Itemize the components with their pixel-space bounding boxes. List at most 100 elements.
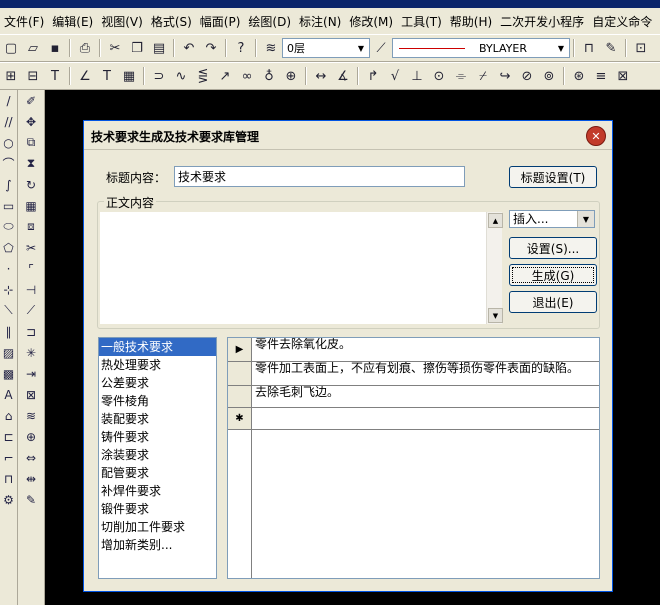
redo-icon[interactable]: ↷: [201, 38, 221, 58]
copy-objects-icon[interactable]: ⧉: [18, 132, 44, 153]
equidistant-icon[interactable]: ∥: [0, 321, 17, 342]
rotate-icon[interactable]: ↻: [18, 174, 44, 195]
zoom-window-icon[interactable]: ⊞: [1, 66, 21, 86]
view-arrow-icon[interactable]: ↪: [495, 66, 515, 86]
list-item-add-category[interactable]: 增加新类别...: [99, 536, 216, 554]
menu-view[interactable]: 视图(V): [97, 13, 147, 30]
cross-icon[interactable]: ⊕: [281, 66, 301, 86]
menu-dev-programs[interactable]: 二次开发小程序: [496, 13, 588, 30]
link-icon[interactable]: ∞: [237, 66, 257, 86]
line-icon[interactable]: /: [0, 90, 17, 111]
extend-icon[interactable]: ⊣: [18, 279, 44, 300]
ellipse-icon[interactable]: ⬭: [0, 216, 17, 237]
linetype-icon[interactable]: ⟋: [371, 38, 391, 58]
hook-icon[interactable]: ⊃: [149, 66, 169, 86]
table-cell[interactable]: 零件加工表面上，不应有划痕、擦伤等损伤零件表面的缺陷。: [254, 362, 599, 385]
zigzag-icon[interactable]: ⋚: [193, 66, 213, 86]
hatch-icon[interactable]: ▨: [0, 342, 17, 363]
weld-icon[interactable]: ⊙: [429, 66, 449, 86]
rectangle-icon[interactable]: ▭: [0, 195, 17, 216]
edit-block-icon[interactable]: ✎: [601, 38, 621, 58]
menu-sheet[interactable]: 幅面(P): [196, 13, 245, 30]
fillet-icon[interactable]: ⌜: [18, 258, 44, 279]
scroll-up-icon[interactable]: ▲: [488, 213, 503, 228]
list-item-forging[interactable]: 锻件要求: [99, 500, 216, 518]
wave-icon[interactable]: ∿: [171, 66, 191, 86]
mirror-icon[interactable]: ⧗: [18, 153, 44, 174]
arrow-icon[interactable]: ↗: [215, 66, 235, 86]
list-item-machining[interactable]: 切削加工件要求: [99, 518, 216, 536]
pin-icon[interactable]: ⇔: [18, 447, 44, 468]
keyway-icon[interactable]: ⊏: [0, 426, 17, 447]
layer-combo[interactable]: 0层 ▼: [282, 38, 370, 58]
linear-dimension-icon[interactable]: ↔: [311, 66, 331, 86]
scale-icon[interactable]: ⧈: [18, 216, 44, 237]
angle-dimension-icon[interactable]: ∡: [333, 66, 353, 86]
exit-button[interactable]: 退出(E): [509, 291, 597, 313]
copy-icon[interactable]: ❐: [127, 38, 147, 58]
measure-icon[interactable]: ≡: [591, 66, 611, 86]
print-icon[interactable]: ⎙: [75, 38, 95, 58]
centerline-icon[interactable]: ⊹: [0, 279, 17, 300]
polyline-icon[interactable]: //: [0, 111, 17, 132]
hole-icon[interactable]: ⊚: [539, 66, 559, 86]
list-item-heat-treatment[interactable]: 热处理要求: [99, 356, 216, 374]
list-item-casting[interactable]: 铸件要求: [99, 428, 216, 446]
shaft-icon[interactable]: ⊓: [0, 468, 17, 489]
body-vertical-scrollbar[interactable]: ▲ ▼: [486, 212, 503, 324]
text-frame-icon[interactable]: T: [45, 66, 65, 86]
more-tools-icon[interactable]: ⊠: [613, 66, 633, 86]
break-icon[interactable]: ⟋: [18, 300, 44, 321]
table-cell[interactable]: 零件去除氧化皮。: [254, 338, 599, 361]
table-text-icon[interactable]: T: [97, 66, 117, 86]
menu-tools[interactable]: 工具(T): [397, 13, 446, 30]
title-settings-button[interactable]: 标题设置(T): [509, 166, 597, 188]
chamfer-icon[interactable]: ⌐: [0, 447, 17, 468]
menu-draw[interactable]: 绘图(D): [244, 13, 295, 30]
close-icon[interactable]: ✕: [586, 126, 606, 146]
insert-block-icon[interactable]: ⊓: [579, 38, 599, 58]
body-content-textarea[interactable]: ▲ ▼: [100, 212, 503, 324]
query-icon[interactable]: ⊛: [569, 66, 589, 86]
text-a-icon[interactable]: A: [0, 384, 17, 405]
boss-icon[interactable]: ⌂: [0, 405, 17, 426]
stretch-icon[interactable]: ⊐: [18, 321, 44, 342]
table-row[interactable]: ✱: [228, 408, 599, 430]
spline-icon[interactable]: ∫: [0, 174, 17, 195]
resize-icon[interactable]: ⇹: [18, 468, 44, 489]
properties-icon[interactable]: ⊡: [631, 38, 651, 58]
list-item-general[interactable]: 一般技术要求: [99, 338, 216, 356]
list-item-assembly[interactable]: 装配要求: [99, 410, 216, 428]
generate-button[interactable]: 生成(G): [509, 264, 597, 286]
polygon-icon[interactable]: ⬠: [0, 237, 17, 258]
move-icon[interactable]: ✥: [18, 111, 44, 132]
symbol-icon[interactable]: ♁: [259, 66, 279, 86]
scroll-down-icon[interactable]: ▼: [488, 308, 503, 323]
open-folder-icon[interactable]: ▱: [23, 38, 43, 58]
undo-icon[interactable]: ↶: [179, 38, 199, 58]
arc-icon[interactable]: ⌒: [0, 153, 17, 174]
explode-icon[interactable]: ✳: [18, 342, 44, 363]
section-icon[interactable]: ⌿: [473, 66, 493, 86]
match-icon[interactable]: ≋: [18, 405, 44, 426]
point-icon[interactable]: ·: [0, 258, 17, 279]
table-cell[interactable]: [254, 408, 599, 429]
menu-format[interactable]: 格式(S): [147, 13, 196, 30]
cut-icon[interactable]: ✂: [105, 38, 125, 58]
table-cell[interactable]: 去除毛刺飞边。: [254, 386, 599, 407]
menu-dimension[interactable]: 标注(N): [295, 13, 345, 30]
tool-icon[interactable]: ⚙: [0, 489, 17, 510]
layers-icon[interactable]: ≋: [261, 38, 281, 58]
brush-icon[interactable]: ✎: [18, 489, 44, 510]
paste-icon[interactable]: ▤: [149, 38, 169, 58]
menu-file[interactable]: 文件(F): [0, 13, 48, 30]
linetype-combo[interactable]: BYLAYER ▼: [392, 38, 570, 58]
table-icon[interactable]: ▦: [119, 66, 139, 86]
trim-icon[interactable]: ✂: [18, 237, 44, 258]
title-content-input[interactable]: 技术要求: [174, 166, 465, 187]
leader-icon[interactable]: ↱: [363, 66, 383, 86]
menu-help[interactable]: 帮助(H): [446, 13, 496, 30]
list-item-piping[interactable]: 配管要求: [99, 464, 216, 482]
help-icon[interactable]: ?: [231, 38, 251, 58]
datum-icon[interactable]: ⊥: [407, 66, 427, 86]
